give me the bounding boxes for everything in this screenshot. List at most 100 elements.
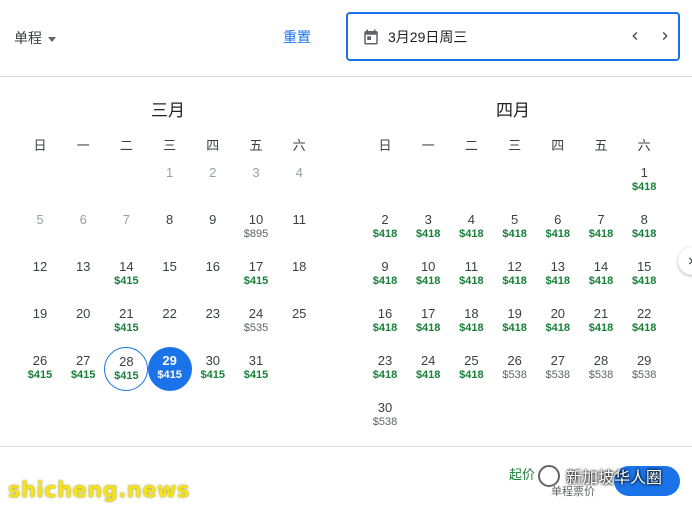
day-cell[interactable]: 5 $418 [493, 206, 537, 250]
day-cell[interactable]: 16 [191, 253, 235, 297]
day-price: $418 [459, 369, 484, 381]
weekday-label: 三 [163, 138, 177, 153]
day-cell[interactable]: 10 $895 [234, 206, 278, 250]
chevron-left-icon[interactable] [624, 25, 646, 47]
day-cell[interactable]: 12 $418 [493, 253, 537, 297]
day-cell[interactable]: 8 $418 [622, 206, 666, 250]
day-cell[interactable]: 26 $538 [493, 347, 537, 391]
month-title: 四月 [496, 101, 530, 120]
day-price: $538 [372, 416, 398, 428]
day-price: $415 [200, 369, 226, 381]
day-cell[interactable]: 30 $538 [363, 394, 407, 438]
day-cell[interactable]: 13 $418 [536, 253, 580, 297]
day-cell-range-start[interactable]: 28 $415 [104, 347, 149, 391]
day-cell[interactable]: 12 [18, 253, 62, 297]
day-cell[interactable]: 11 [277, 206, 321, 250]
day-price: $415 [114, 322, 139, 334]
day-price: $538 [588, 369, 614, 381]
day-cell[interactable]: 19 [18, 300, 62, 344]
day-price: $538 [502, 369, 527, 381]
day-number: 20 [550, 306, 566, 321]
weekday-label: 六 [292, 138, 306, 153]
selected-date: 3月29日周三 [388, 28, 468, 45]
chevron-right-icon[interactable] [654, 25, 676, 47]
day-price: $418 [372, 322, 398, 334]
day-cell[interactable]: 15 $418 [622, 253, 666, 297]
day-cell[interactable]: 30 $415 [191, 347, 235, 391]
day-number: 25 [464, 353, 479, 368]
day-number: 12 [507, 259, 522, 274]
day-cell[interactable]: 31 $415 [234, 347, 278, 391]
day-cell[interactable]: 1 $418 [622, 159, 666, 203]
day-cell[interactable]: 14 $415 [104, 253, 148, 297]
day-price: $418 [588, 322, 614, 334]
day-cell[interactable]: 25 [277, 300, 321, 344]
day-cell[interactable]: 20 $418 [536, 300, 580, 344]
day-cell[interactable]: 21 $415 [104, 300, 148, 344]
day-number: 4 [295, 165, 303, 180]
day-cell[interactable]: 25 $418 [449, 347, 493, 391]
day-cell[interactable]: 13 [61, 253, 105, 297]
day-number: 12 [32, 259, 48, 274]
day-number: 23 [205, 306, 221, 321]
day-number: 13 [550, 259, 566, 274]
calendar-header: 单程 重置 3月29日周三 [0, 0, 692, 77]
day-number: 28 [119, 354, 134, 369]
day-cell[interactable]: 15 [148, 253, 192, 297]
departure-date-field[interactable]: 3月29日周三 [346, 12, 680, 61]
day-cell: 1 [148, 159, 192, 203]
day-number: 16 [205, 259, 221, 274]
reset-button[interactable]: 重置 [283, 27, 311, 47]
day-cell[interactable]: 4 $418 [449, 206, 493, 250]
day-cell[interactable]: 22 [148, 300, 192, 344]
day-cell[interactable]: 24 $535 [234, 300, 278, 344]
day-cell[interactable]: 14 $418 [579, 253, 623, 297]
day-cell[interactable]: 6 $418 [536, 206, 580, 250]
day-cell[interactable]: 10 $418 [406, 253, 450, 297]
day-cell[interactable]: 19 $418 [493, 300, 537, 344]
day-cell[interactable]: 28 $538 [579, 347, 623, 391]
day-cell[interactable]: 17 $415 [234, 253, 278, 297]
day-cell[interactable]: 24 $418 [406, 347, 450, 391]
day-cell[interactable]: 3 $418 [406, 206, 450, 250]
day-cell[interactable]: 29 $538 [622, 347, 666, 391]
day-cell[interactable]: 18 [277, 253, 321, 297]
day-number: 10 [248, 212, 264, 227]
day-cell[interactable]: 9 [191, 206, 235, 250]
day-cell[interactable]: 11 $418 [449, 253, 493, 297]
day-price: $415 [157, 369, 182, 381]
day-cell-selected[interactable]: 29 $415 [147, 347, 192, 391]
day-cell[interactable]: 16 $418 [363, 300, 407, 344]
day-cell[interactable]: 17 $418 [406, 300, 450, 344]
chevron-right-icon[interactable] [678, 247, 692, 275]
day-number: 14 [593, 259, 609, 274]
day-number: 3 [424, 212, 432, 227]
day-price: $535 [243, 322, 269, 334]
day-cell[interactable]: 27 $415 [61, 347, 105, 391]
day-cell[interactable]: 21 $418 [579, 300, 623, 344]
day-number: 9 [381, 259, 389, 274]
day-cell[interactable]: 7 $418 [579, 206, 623, 250]
day-number: 29 [162, 353, 177, 368]
day-cell[interactable]: 18 $418 [449, 300, 493, 344]
wechat-icon [538, 465, 560, 487]
day-number: 31 [248, 353, 264, 368]
day-cell[interactable]: 22 $418 [622, 300, 666, 344]
day-cell[interactable]: 23 $418 [363, 347, 407, 391]
day-cell[interactable]: 20 [61, 300, 105, 344]
day-cell[interactable]: 8 [148, 206, 192, 250]
day-number: 7 [597, 212, 605, 227]
day-price: $415 [70, 369, 96, 381]
day-cell[interactable]: 2 $418 [363, 206, 407, 250]
trip-type-dropdown[interactable]: 单程 [14, 28, 56, 48]
day-cell[interactable]: 9 $418 [363, 253, 407, 297]
day-number: 2 [381, 212, 389, 227]
day-number: 27 [75, 353, 91, 368]
day-cell[interactable]: 23 [191, 300, 235, 344]
day-price: $538 [545, 369, 571, 381]
day-number: 26 [32, 353, 48, 368]
day-cell[interactable]: 26 $415 [18, 347, 62, 391]
day-cell: 3 [234, 159, 278, 203]
day-cell[interactable]: 27 $538 [536, 347, 580, 391]
day-number: 5 [510, 212, 519, 227]
